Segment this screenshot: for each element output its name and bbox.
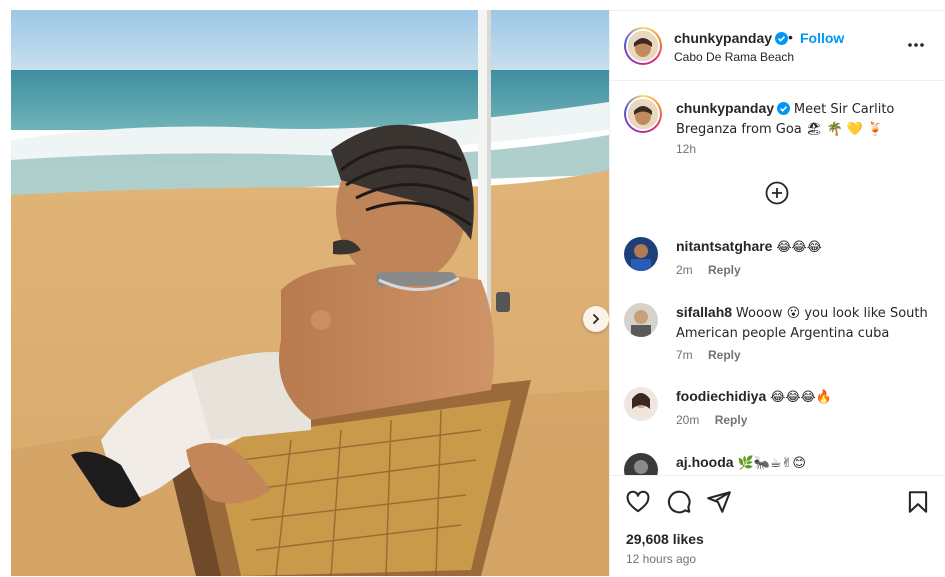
commenter-avatar-image: [624, 237, 658, 271]
post-time-ago[interactable]: 12 hours ago: [626, 552, 696, 566]
comment-text-line: aj.hooda 🌿🐜☕✌😊: [676, 453, 931, 473]
comment-icon[interactable]: [666, 489, 692, 515]
caption-username[interactable]: chunkypanday: [676, 100, 774, 116]
commenter-avatar[interactable]: [624, 237, 658, 271]
comment-meta: 2m Reply: [676, 263, 741, 277]
verified-badge-icon: [777, 102, 791, 115]
author-avatar-image: [628, 31, 658, 61]
post-caption: chunkypanday Meet Sir Carlito Breganza f…: [676, 99, 931, 139]
reply-button[interactable]: Reply: [708, 263, 741, 277]
reply-button[interactable]: Reply: [715, 413, 748, 427]
likes-count[interactable]: 29,608 likes: [626, 531, 704, 547]
header-username-text[interactable]: chunkypanday: [674, 30, 772, 46]
comment-body: 😂😂😂🔥: [770, 390, 832, 405]
header-username[interactable]: chunkypanday: [674, 30, 789, 46]
commenter-avatar[interactable]: [624, 387, 658, 421]
bookmark-icon[interactable]: [905, 489, 931, 515]
comment-username[interactable]: nitantsatghare: [676, 238, 772, 254]
comment-meta: 7m Reply: [676, 348, 741, 362]
comment-body: 🌿🐜☕✌😊: [737, 456, 806, 471]
plus-circle-icon[interactable]: [765, 181, 789, 205]
beach-photo-image: [11, 10, 609, 576]
comment-time: 7m: [676, 348, 693, 362]
caption-timestamp: 12h: [676, 142, 697, 156]
post-actions-bar: 29,608 likes 12 hours ago: [610, 475, 945, 577]
comment-username[interactable]: sifallah8: [676, 304, 732, 320]
follow-button[interactable]: Follow: [800, 30, 844, 46]
verified-badge-icon: [775, 32, 789, 45]
comment-text-line: nitantsatghare 😂😂😂: [676, 237, 931, 257]
commenter-avatar-image: [624, 303, 658, 337]
post-location[interactable]: Cabo De Rama Beach: [674, 50, 794, 64]
post-details-panel: chunkypanday • Follow Cabo De Rama Beach: [609, 10, 945, 577]
instagram-post-modal: chunkypanday • Follow Cabo De Rama Beach: [0, 0, 945, 577]
more-options-icon[interactable]: [906, 37, 926, 53]
post-photo[interactable]: [11, 10, 609, 576]
post-header: chunkypanday • Follow Cabo De Rama Beach: [610, 11, 945, 81]
comment-username[interactable]: foodiechidiya: [676, 388, 766, 404]
comment-time: 20m: [676, 413, 700, 427]
separator-dot: •: [788, 29, 793, 45]
caption-author-avatar[interactable]: [624, 95, 662, 133]
comment-body: 😂😂😂: [776, 240, 822, 255]
reply-button[interactable]: Reply: [708, 348, 741, 362]
comment-text-line: foodiechidiya 😂😂😂🔥: [676, 387, 931, 407]
caption-avatar-image: [628, 99, 658, 129]
share-icon[interactable]: [706, 489, 732, 515]
comment-meta: 20m Reply: [676, 413, 747, 427]
commenter-avatar[interactable]: [624, 303, 658, 337]
author-avatar[interactable]: [624, 27, 662, 65]
comment-username[interactable]: aj.hooda: [676, 454, 734, 470]
heart-icon[interactable]: [625, 489, 651, 515]
comment-text-line: sifallah8 Wooow 😮 you look like South Am…: [676, 303, 931, 343]
comment-time: 2m: [676, 263, 693, 277]
chevron-right-icon: [593, 314, 600, 324]
commenter-avatar-image: [624, 387, 658, 421]
carousel-next-button[interactable]: [583, 306, 609, 332]
